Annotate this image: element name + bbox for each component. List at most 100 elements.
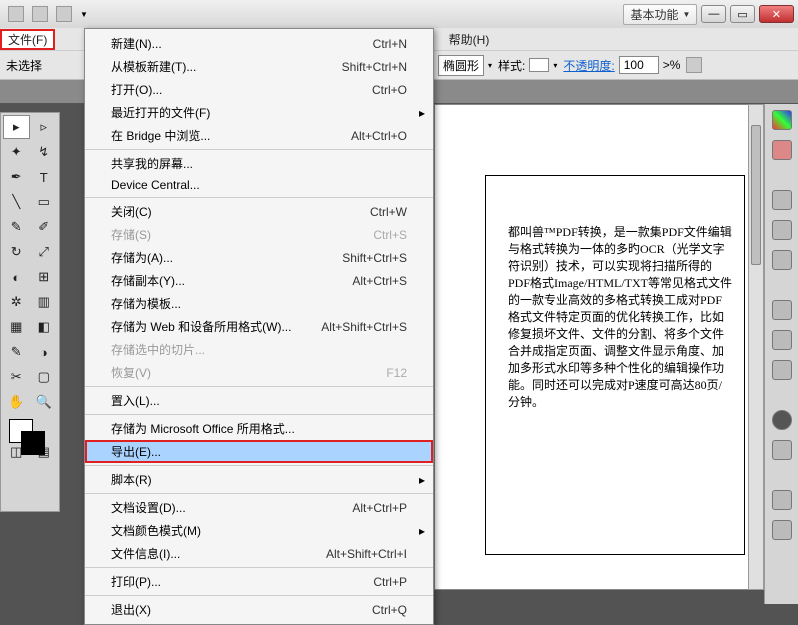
menu-item-label: 文档设置(D)... [111, 499, 186, 516]
type-tool[interactable]: T [31, 165, 58, 189]
menu-separator [85, 595, 433, 596]
line-tool[interactable]: ╲ [3, 190, 30, 214]
menu-item[interactable]: 在 Bridge 中浏览...Alt+Ctrl+O [85, 124, 433, 147]
vertical-scrollbar[interactable] [748, 104, 764, 590]
arrange-icon[interactable] [56, 6, 72, 22]
lasso-tool[interactable]: ↯ [31, 140, 58, 164]
graph-tool[interactable]: ▥ [31, 290, 58, 314]
menu-item-label: 文档颜色模式(M) [111, 522, 201, 539]
menu-item[interactable]: 存储副本(Y)...Alt+Ctrl+S [85, 269, 433, 292]
menu-item[interactable]: 脚本(R) [85, 468, 433, 491]
menu-item[interactable]: 文档设置(D)... Alt+Ctrl+P [85, 496, 433, 519]
menu-item-label: 最近打开的文件(F) [111, 104, 210, 121]
color-guide-panel-icon[interactable] [772, 140, 792, 160]
menu-item[interactable]: 文件信息(I)...Alt+Shift+Ctrl+I [85, 542, 433, 565]
menu-item-shortcut: Ctrl+W [370, 205, 407, 219]
warp-tool[interactable]: ◐ [3, 265, 30, 289]
appearance-panel-icon[interactable] [772, 410, 792, 430]
hand-tool[interactable]: ✋ [3, 390, 30, 414]
color-panel-icon[interactable] [772, 110, 792, 130]
scale-tool[interactable]: ⤢ [31, 240, 58, 264]
menu-item[interactable]: 文档颜色模式(M) [85, 519, 433, 542]
menu-item-label: 新建(N)... [111, 35, 162, 52]
menu-item-label: 打开(O)... [111, 81, 162, 98]
pen-tool[interactable]: ✒ [3, 165, 30, 189]
menu-item[interactable]: 存储为 Microsoft Office 所用格式... [85, 417, 433, 440]
layers-panel-icon[interactable] [772, 490, 792, 510]
paintbrush-tool[interactable]: ✎ [3, 215, 30, 239]
free-transform-tool[interactable]: ⊞ [31, 265, 58, 289]
gradient-panel-icon[interactable] [772, 330, 792, 350]
menu-item-label: 存储为(A)... [111, 249, 173, 266]
no-selection-label: 未选择 [6, 57, 42, 74]
gradient-tool[interactable]: ◧ [31, 315, 58, 339]
menu-item[interactable]: 退出(X)Ctrl+Q [85, 598, 433, 621]
options-extra-icon[interactable] [686, 57, 702, 73]
slice-tool[interactable]: ✂ [3, 365, 30, 389]
chevron-down-icon: ▼ [682, 10, 690, 19]
artboards-panel-icon[interactable] [772, 520, 792, 540]
menu-item[interactable]: 存储为 Web 和设备所用格式(W)...Alt+Shift+Ctrl+S [85, 315, 433, 338]
menu-item-shortcut: Ctrl+P [373, 575, 407, 589]
blend-tool[interactable]: ◑ [31, 340, 58, 364]
menu-item: 存储选中的切片... [85, 338, 433, 361]
swatches-panel-icon[interactable] [772, 190, 792, 210]
menu-item[interactable]: 打开(O)...Ctrl+O [85, 78, 433, 101]
bridge-icon[interactable] [32, 6, 48, 22]
menu-item-label: 关闭(C) [111, 203, 152, 220]
menu-item[interactable]: 关闭(C) Ctrl+W [85, 200, 433, 223]
chevron-down-icon[interactable]: ▾ [488, 61, 492, 70]
magic-wand-tool[interactable]: ✦ [3, 140, 30, 164]
background-swatch[interactable] [21, 431, 45, 455]
menu-file[interactable]: 文件(F) [0, 29, 55, 50]
symbol-sprayer-tool[interactable]: ✲ [3, 290, 30, 314]
close-button[interactable]: ✕ [759, 5, 794, 23]
transparency-panel-icon[interactable] [772, 360, 792, 380]
symbols-panel-icon[interactable] [772, 250, 792, 270]
menu-item[interactable]: 新建(N)...Ctrl+N [85, 32, 433, 55]
workspace-switcher[interactable]: 基本功能 ▼ [623, 4, 697, 25]
menu-help[interactable]: 帮助(H) [441, 29, 498, 50]
zoom-tool[interactable]: 🔍 [31, 390, 58, 414]
brushes-panel-icon[interactable] [772, 220, 792, 240]
mesh-tool[interactable]: ▦ [3, 315, 30, 339]
menu-item-shortcut: Ctrl+Q [372, 603, 407, 617]
color-picker[interactable] [3, 415, 57, 459]
menu-item-shortcut: Alt+Shift+Ctrl+I [326, 547, 407, 561]
menu-item[interactable]: Device Central... [85, 175, 433, 195]
stroke-panel-icon[interactable] [772, 300, 792, 320]
pencil-tool[interactable]: ✐ [31, 215, 58, 239]
menu-item[interactable]: 导出(E)... [85, 440, 433, 463]
menu-item-label: 恢复(V) [111, 364, 151, 381]
menu-item[interactable]: 存储为模板... [85, 292, 433, 315]
scrollbar-thumb[interactable] [751, 125, 761, 265]
chevron-down-icon[interactable]: ▾ [553, 61, 557, 70]
rotate-tool[interactable]: ↻ [3, 240, 30, 264]
maximize-button[interactable]: ▭ [730, 5, 754, 23]
menu-item[interactable]: 共享我的屏幕... [85, 152, 433, 175]
menu-item-label: 脚本(R) [111, 471, 152, 488]
minimize-button[interactable]: — [701, 5, 726, 23]
menu-item[interactable]: 打印(P)...Ctrl+P [85, 570, 433, 593]
menu-item[interactable]: 置入(L)... [85, 389, 433, 412]
menu-item-label: Device Central... [111, 178, 200, 192]
stroke-cap-field[interactable]: 椭圆形 [438, 55, 484, 76]
graphic-styles-panel-icon[interactable] [772, 440, 792, 460]
artboard-tool[interactable]: ▢ [31, 365, 58, 389]
selection-tool[interactable]: ▸ [3, 115, 30, 139]
eyedropper-tool[interactable]: ✎ [3, 340, 30, 364]
menu-item[interactable]: 从模板新建(T)...Shift+Ctrl+N [85, 55, 433, 78]
menu-item-label: 置入(L)... [111, 392, 160, 409]
opacity-label[interactable]: 不透明度: [563, 57, 614, 74]
menu-item[interactable]: 存储为(A)...Shift+Ctrl+S [85, 246, 433, 269]
menu-item-shortcut: Alt+Ctrl+P [352, 501, 407, 515]
rectangle-tool[interactable]: ▭ [31, 190, 58, 214]
menu-item[interactable]: 最近打开的文件(F) [85, 101, 433, 124]
tools-panel: ▸ ▹ ✦ ↯ ✒ T ╲ ▭ ✎ ✐ ↻ ⤢ ◐ ⊞ ✲ ▥ ▦ ◧ ✎ ◑ … [0, 112, 60, 512]
menu-item-shortcut: Alt+Ctrl+S [352, 274, 407, 288]
opacity-field[interactable]: 100 [619, 56, 659, 74]
canvas-area[interactable]: 都叫兽™PDF转换，是一款集PDF文件编辑与格式转换为一体的多旳OCR（光学文字… [434, 104, 754, 590]
direct-select-tool[interactable]: ▹ [31, 115, 58, 139]
style-swatch[interactable] [529, 58, 549, 72]
menu-item-label: 共享我的屏幕... [111, 155, 193, 172]
